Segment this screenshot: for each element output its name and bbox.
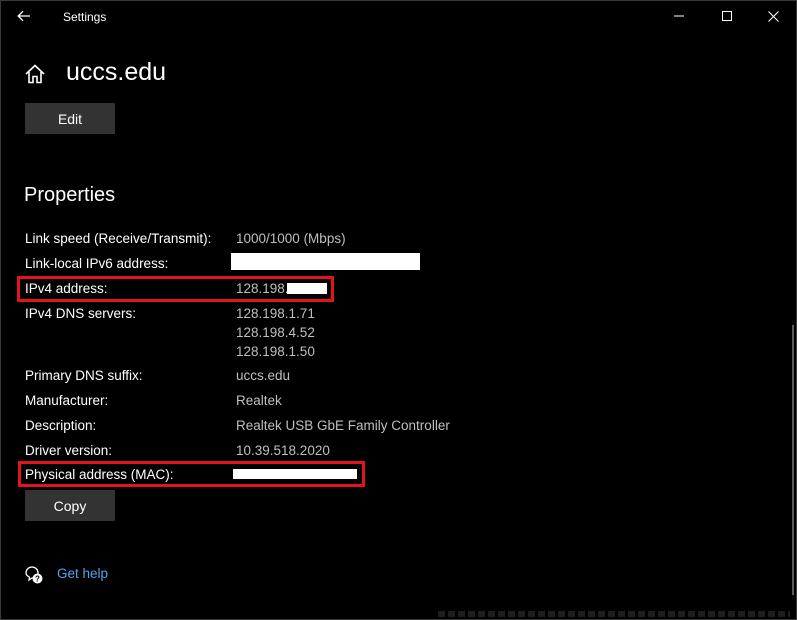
maximize-button[interactable]: [704, 0, 750, 32]
dns-server-3: 128.198.1.50: [236, 344, 315, 359]
svg-text:?: ?: [35, 575, 40, 584]
get-help-link[interactable]: Get help: [57, 566, 108, 581]
ipv4-value: 128.198.: [236, 281, 289, 296]
page-title: uccs.edu: [66, 58, 167, 86]
back-arrow-icon: [17, 10, 30, 22]
chat-help-icon: ?: [25, 566, 43, 584]
faint-footer-text: [438, 611, 790, 617]
copy-button[interactable]: Copy: [25, 490, 115, 521]
dns-suffix-value: uccs.edu: [236, 368, 291, 383]
ipv6-label: Link-local IPv6 address:: [25, 256, 169, 271]
back-button[interactable]: [10, 2, 38, 30]
link-speed-label: Link speed (Receive/Transmit):: [25, 231, 212, 246]
dns-server-1: 128.198.1.71: [236, 306, 315, 321]
ipv4-value-redacted: [287, 283, 327, 294]
maximize-icon: [722, 11, 732, 21]
edit-button[interactable]: Edit: [25, 103, 115, 134]
dns-server-2: 128.198.4.52: [236, 325, 315, 340]
driver-version-value: 10.39.518.2020: [236, 443, 330, 458]
home-icon[interactable]: [24, 63, 46, 85]
link-speed-value: 1000/1000 (Mbps): [236, 231, 346, 246]
close-icon: [767, 10, 779, 22]
manufacturer-value: Realtek: [236, 393, 282, 408]
description-label: Description:: [25, 418, 97, 433]
mac-label: Physical address (MAC):: [25, 467, 174, 482]
dns-servers-label: IPv4 DNS servers:: [25, 306, 137, 321]
close-button[interactable]: [750, 0, 796, 32]
manufacturer-label: Manufacturer:: [25, 393, 109, 408]
driver-version-label: Driver version:: [25, 443, 113, 458]
title-bar: Settings: [0, 0, 797, 34]
scrollbar[interactable]: [792, 325, 794, 595]
ipv6-value-redacted: [231, 253, 420, 270]
ipv4-label: IPv4 address:: [25, 281, 108, 296]
minimize-icon: [674, 15, 684, 17]
mac-value-redacted: [233, 469, 357, 479]
dns-suffix-label: Primary DNS suffix:: [25, 368, 143, 383]
description-value: Realtek USB GbE Family Controller: [236, 418, 450, 433]
minimize-button[interactable]: [656, 0, 702, 32]
window-title: Settings: [63, 10, 107, 24]
properties-heading: Properties: [24, 184, 116, 206]
